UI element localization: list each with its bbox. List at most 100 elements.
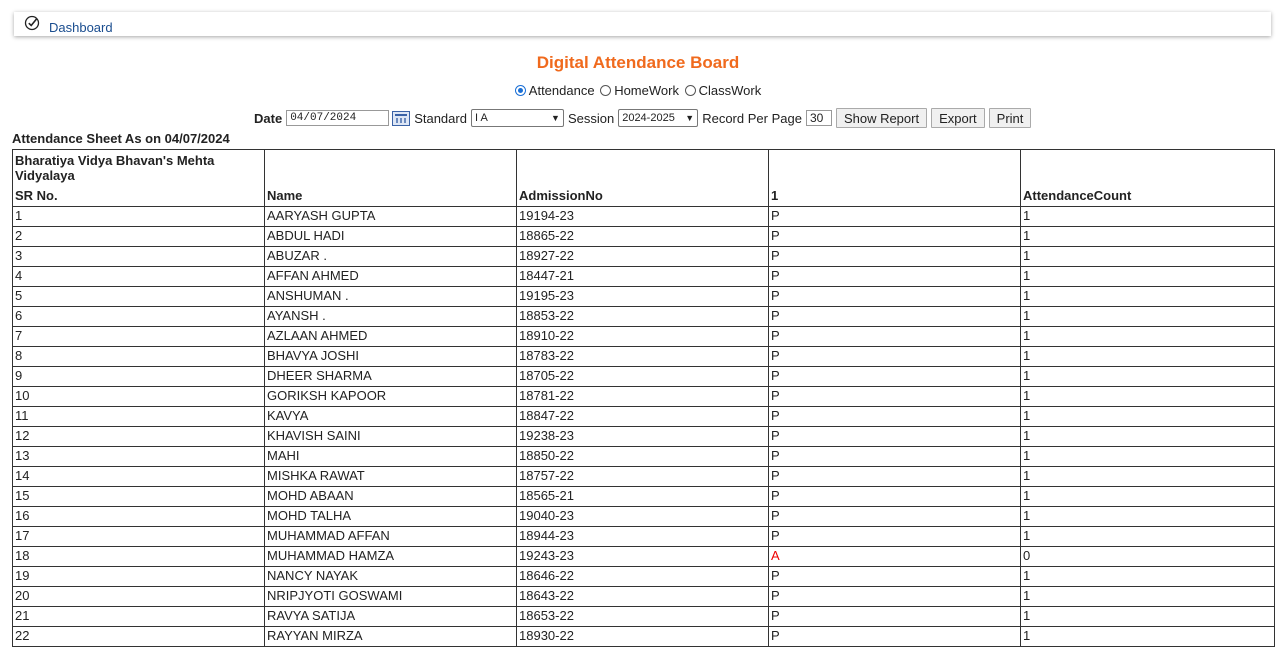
table-row: 2 ABDUL HADI 18865-22 P 1 <box>12 226 1275 247</box>
table-row: 7 AZLAAN AHMED 18910-22 P 1 <box>12 326 1275 347</box>
table-cell: 1 <box>1020 486 1275 507</box>
session-value: 2024-2025 <box>622 112 675 124</box>
table-cell: 1 <box>1020 286 1275 307</box>
table-cell: NRIPJYOTI GOSWAMI <box>264 586 517 607</box>
check-circle-icon <box>24 15 40 31</box>
table-cell: P <box>768 286 1021 307</box>
table-cell: DHEER SHARMA <box>264 366 517 387</box>
table-cell: P <box>768 246 1021 267</box>
show-report-button[interactable]: Show Report <box>835 108 928 128</box>
table-row: 10 GORIKSH KAPOOR 18781-22 P 1 <box>12 386 1275 407</box>
table-cell: 22 <box>12 626 265 647</box>
session-select[interactable]: 2024-2025 ▼ <box>618 109 699 127</box>
table-cell: 17 <box>12 526 265 547</box>
table-cell: GORIKSH KAPOOR <box>264 386 517 407</box>
table-cell: P <box>768 226 1021 247</box>
table-row: 20 NRIPJYOTI GOSWAMI 18643-22 P 1 <box>12 586 1275 607</box>
table-cell: 18783-22 <box>516 346 769 367</box>
filter-bar: Date 04/07/2024 Standard I A ▼ Session 20… <box>254 107 1032 129</box>
table-cell: KHAVISH SAINI <box>264 426 517 447</box>
chevron-down-icon: ▼ <box>551 113 560 123</box>
table-cell: 19194-23 <box>516 206 769 227</box>
records-label: Record Per Page <box>702 110 802 126</box>
table-cell: 7 <box>12 326 265 347</box>
table-cell: 1 <box>1020 626 1275 647</box>
table-cell: 1 <box>1020 426 1275 447</box>
radio-icon[interactable] <box>684 85 696 96</box>
calendar-icon[interactable] <box>392 110 411 126</box>
table-cell: 12 <box>12 426 265 447</box>
table-cell: 18643-22 <box>516 586 769 607</box>
table-cell: 18646-22 <box>516 566 769 587</box>
table-cell: P <box>768 506 1021 527</box>
table-cell: 19040-23 <box>516 506 769 527</box>
table-cell: AYANSH . <box>264 306 517 327</box>
records-per-page-input[interactable]: 30 <box>805 110 832 126</box>
table-cell: P <box>768 406 1021 427</box>
table-cell: P <box>768 266 1021 287</box>
table-cell: 16 <box>12 506 265 527</box>
table-cell: 18653-22 <box>516 606 769 627</box>
table-row: 8 BHAVYA JOSHI 18783-22 P 1 <box>12 346 1275 367</box>
table-cell: 18865-22 <box>516 226 769 247</box>
table-cell: 1 <box>1020 586 1275 607</box>
empty-cell <box>768 149 1021 187</box>
table-cell: 1 <box>1020 346 1275 367</box>
table-cell: 19195-23 <box>516 286 769 307</box>
empty-cell <box>516 149 769 187</box>
radio-homework[interactable]: HomeWork <box>600 83 679 98</box>
standard-select[interactable]: I A ▼ <box>470 109 564 127</box>
top-bar: Dashboard <box>14 12 1271 36</box>
export-button[interactable]: Export <box>931 108 985 128</box>
table-cell: P <box>768 526 1021 547</box>
table-cell: 6 <box>12 306 265 327</box>
table-row: 3 ABUZAR . 18927-22 P 1 <box>12 246 1275 267</box>
table-cell: ABDUL HADI <box>264 226 517 247</box>
table-cell: 1 <box>1020 246 1275 267</box>
standard-value: I A <box>474 112 488 124</box>
table-row: 22 RAYYAN MIRZA 18930-22 P 1 <box>12 626 1275 647</box>
table-cell: P <box>768 346 1021 367</box>
session-label: Session <box>567 110 615 126</box>
standard-label: Standard <box>414 110 467 126</box>
dashboard-link[interactable]: Dashboard <box>49 20 113 35</box>
table-cell: 11 <box>12 406 265 427</box>
table-cell: 1 <box>1020 446 1275 467</box>
column-header: 1 <box>768 187 1021 207</box>
date-input[interactable]: 04/07/2024 <box>286 110 390 126</box>
table-row: 1 AARYASH GUPTA 19194-23 P 1 <box>12 206 1275 227</box>
table-cell: 2 <box>12 226 265 247</box>
table-cell: 18 <box>12 546 265 567</box>
table-cell: 8 <box>12 346 265 367</box>
table-cell: 5 <box>12 286 265 307</box>
table-cell: 4 <box>12 266 265 287</box>
table-cell: P <box>768 446 1021 467</box>
table-cell: RAVYA SATIJA <box>264 606 517 627</box>
table-row: 4 AFFAN AHMED 18447-21 P 1 <box>12 266 1275 287</box>
table-cell: AFFAN AHMED <box>264 266 517 287</box>
column-header: Name <box>264 187 517 207</box>
chevron-down-icon: ▼ <box>685 113 695 123</box>
table-cell: P <box>768 386 1021 407</box>
radio-attendance[interactable]: Attendance <box>514 83 595 98</box>
radio-selected-icon[interactable] <box>514 85 526 96</box>
table-cell: MISHKA RAWAT <box>264 466 517 487</box>
radio-icon[interactable] <box>600 85 612 96</box>
table-cell: 18927-22 <box>516 246 769 267</box>
table-cell: 1 <box>1020 386 1275 407</box>
table-row: 6 AYANSH . 18853-22 P 1 <box>12 306 1275 327</box>
empty-cell <box>264 149 517 187</box>
column-header: AttendanceCount <box>1020 187 1275 207</box>
radio-classwork[interactable]: ClassWork <box>684 83 761 98</box>
attendance-table: Bharatiya Vidya Bhavan's Mehta Vidyalaya… <box>12 149 1275 647</box>
table-cell: 1 <box>1020 306 1275 327</box>
table-row: 13 MAHI 18850-22 P 1 <box>12 446 1275 467</box>
table-cell: P <box>768 326 1021 347</box>
table-cell: MOHD TALHA <box>264 506 517 527</box>
table-cell: 1 <box>1020 506 1275 527</box>
table-cell: 1 <box>1020 606 1275 627</box>
table-cell: 18910-22 <box>516 326 769 347</box>
print-button[interactable]: Print <box>988 108 1032 128</box>
table-cell: AARYASH GUPTA <box>264 206 517 227</box>
table-cell: 1 <box>1020 266 1275 287</box>
